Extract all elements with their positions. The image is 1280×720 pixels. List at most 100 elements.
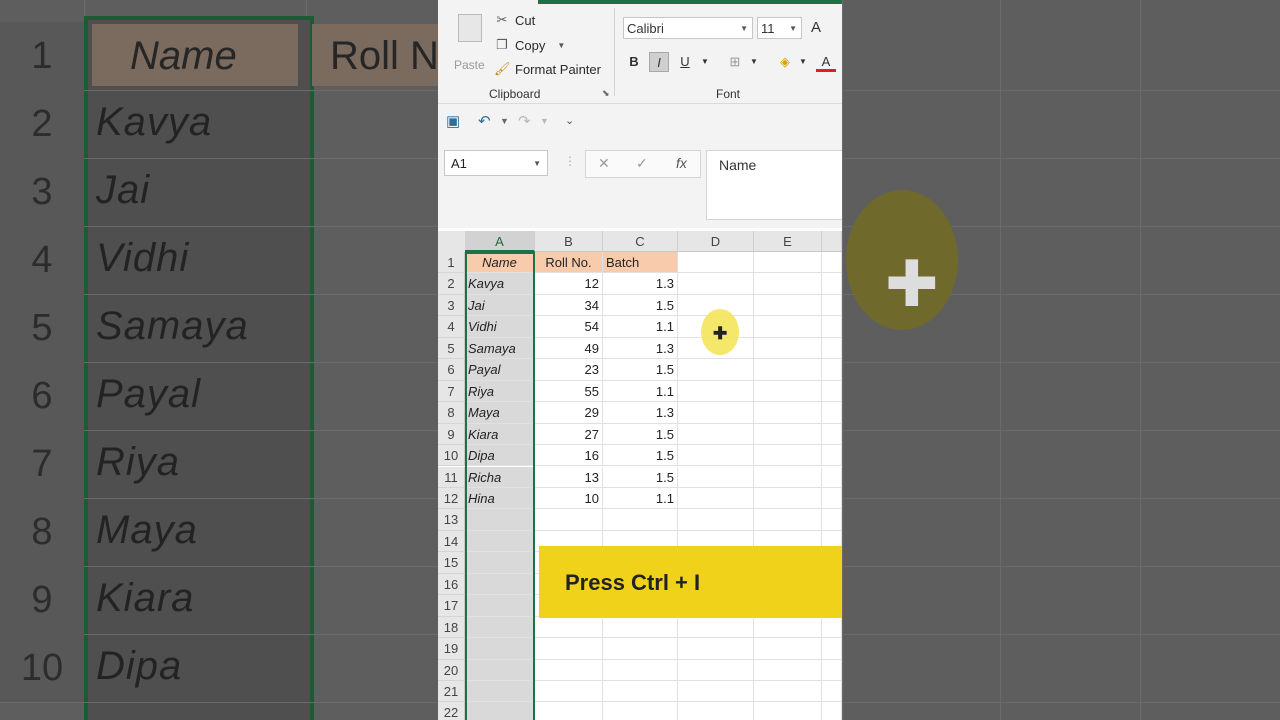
- cell[interactable]: [754, 509, 822, 531]
- cell[interactable]: [754, 380, 822, 403]
- roll-no-cell[interactable]: 10: [535, 487, 603, 510]
- column-header-a[interactable]: A: [465, 231, 535, 252]
- worksheet-grid[interactable]: A B C D E 1 Name Roll No. Batch 2 Kavya 12 1.3 3 Jai 34…: [438, 231, 842, 720]
- grow-font-button[interactable]: A: [811, 19, 821, 36]
- cell[interactable]: [465, 530, 535, 553]
- batch-cell[interactable]: 1.1: [603, 316, 678, 338]
- column-header-d[interactable]: D: [678, 231, 754, 252]
- column-header-f[interactable]: [822, 231, 842, 252]
- cell[interactable]: [822, 294, 842, 317]
- name-cell[interactable]: Maya: [465, 402, 535, 424]
- row-header-7[interactable]: 7: [438, 380, 465, 403]
- cell[interactable]: [754, 402, 822, 424]
- row-header-3[interactable]: 3: [438, 294, 465, 317]
- cell[interactable]: [754, 316, 822, 338]
- cell[interactable]: [822, 316, 842, 338]
- cell[interactable]: [603, 659, 678, 681]
- batch-cell[interactable]: 1.1: [603, 380, 678, 403]
- header-cell[interactable]: Batch: [603, 252, 678, 274]
- cell[interactable]: [822, 402, 842, 424]
- borders-icon[interactable]: ⊞: [725, 52, 745, 72]
- row-header-8[interactable]: 8: [438, 402, 465, 424]
- column-header-e[interactable]: E: [754, 231, 822, 252]
- chevron-down-icon[interactable]: ▼: [500, 116, 509, 126]
- batch-cell[interactable]: 1.5: [603, 294, 678, 317]
- cell[interactable]: [678, 380, 754, 403]
- batch-cell[interactable]: 1.5: [603, 466, 678, 488]
- copy-button[interactable]: ❐ Copy ▼: [494, 35, 565, 55]
- cell[interactable]: [754, 273, 822, 295]
- row-header-10[interactable]: 10: [438, 445, 465, 467]
- column-header-c[interactable]: C: [603, 231, 678, 252]
- row-header-21[interactable]: 21: [438, 681, 465, 703]
- cell[interactable]: [754, 423, 822, 446]
- cell[interactable]: [603, 681, 678, 703]
- batch-cell[interactable]: 1.5: [603, 359, 678, 381]
- cell[interactable]: [822, 359, 842, 381]
- paste-button[interactable]: Paste: [450, 10, 490, 80]
- row-header-19[interactable]: 19: [438, 638, 465, 660]
- header-cell[interactable]: Roll No.: [535, 252, 603, 274]
- cell[interactable]: [678, 359, 754, 381]
- row-header-15[interactable]: 15: [438, 552, 465, 574]
- roll-no-cell[interactable]: 27: [535, 423, 603, 446]
- cell[interactable]: [603, 616, 678, 639]
- cell[interactable]: [535, 659, 603, 681]
- column-header-b[interactable]: B: [535, 231, 603, 252]
- cell[interactable]: [678, 616, 754, 639]
- row-header-11[interactable]: 11: [438, 466, 465, 488]
- cell[interactable]: [678, 659, 754, 681]
- cell[interactable]: [603, 509, 678, 531]
- batch-cell[interactable]: 1.3: [603, 273, 678, 295]
- row-header-14[interactable]: 14: [438, 530, 465, 553]
- cell[interactable]: [465, 681, 535, 703]
- row-header-17[interactable]: 17: [438, 595, 465, 617]
- batch-cell[interactable]: 1.3: [603, 402, 678, 424]
- row-header-12[interactable]: 12: [438, 487, 465, 510]
- chevron-down-icon[interactable]: ▼: [744, 52, 764, 72]
- name-cell[interactable]: Kavya: [465, 273, 535, 295]
- cell[interactable]: [678, 681, 754, 703]
- cell[interactable]: [678, 487, 754, 510]
- format-painter-button[interactable]: 🖌 Format Painter: [494, 59, 601, 79]
- cell[interactable]: [465, 509, 535, 531]
- row-header-6[interactable]: 6: [438, 359, 465, 381]
- cell[interactable]: [754, 359, 822, 381]
- cell[interactable]: [678, 445, 754, 467]
- cell[interactable]: [822, 273, 842, 295]
- cell[interactable]: [465, 552, 535, 574]
- roll-no-cell[interactable]: 54: [535, 316, 603, 338]
- cell[interactable]: [822, 659, 842, 681]
- underline-button[interactable]: U: [675, 52, 695, 72]
- roll-no-cell[interactable]: 23: [535, 359, 603, 381]
- cell[interactable]: [465, 702, 535, 720]
- name-box[interactable]: A1 ▼: [444, 150, 548, 176]
- name-cell[interactable]: Riya: [465, 380, 535, 403]
- name-cell[interactable]: Dipa: [465, 445, 535, 467]
- cell[interactable]: [822, 252, 842, 274]
- name-cell[interactable]: Payal: [465, 359, 535, 381]
- roll-no-cell[interactable]: 16: [535, 445, 603, 467]
- bold-button[interactable]: B: [624, 52, 644, 72]
- row-header-22[interactable]: 22: [438, 702, 465, 720]
- cell[interactable]: [678, 252, 754, 274]
- dialog-launcher-icon[interactable]: ⬊: [602, 88, 610, 99]
- cell[interactable]: [535, 681, 603, 703]
- row-header-16[interactable]: 16: [438, 573, 465, 596]
- cell[interactable]: [535, 616, 603, 639]
- name-cell[interactable]: Jai: [465, 294, 535, 317]
- italic-button[interactable]: I: [649, 52, 669, 72]
- batch-cell[interactable]: 1.5: [603, 423, 678, 446]
- cell[interactable]: [678, 702, 754, 720]
- cell[interactable]: [754, 466, 822, 488]
- cell[interactable]: [603, 702, 678, 720]
- cell[interactable]: [535, 509, 603, 531]
- cell[interactable]: [822, 702, 842, 720]
- roll-no-cell[interactable]: 13: [535, 466, 603, 488]
- cell[interactable]: [822, 380, 842, 403]
- cell[interactable]: [822, 337, 842, 360]
- batch-cell[interactable]: 1.3: [603, 337, 678, 360]
- chevron-down-icon[interactable]: ▼: [695, 52, 715, 72]
- name-cell[interactable]: Hina: [465, 487, 535, 510]
- name-cell[interactable]: Samaya: [465, 337, 535, 360]
